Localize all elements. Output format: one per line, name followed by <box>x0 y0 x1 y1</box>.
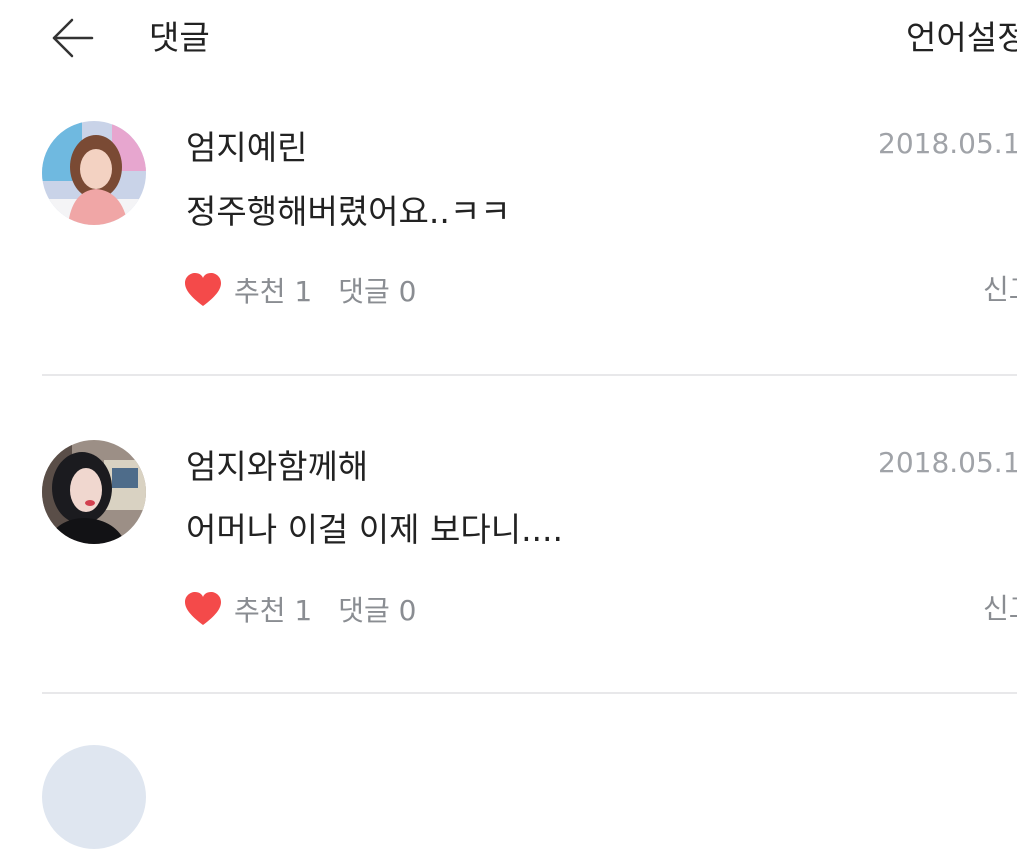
avatar[interactable] <box>42 745 146 849</box>
reply-count-button[interactable]: 댓글 0 <box>338 589 416 629</box>
heart-icon[interactable] <box>184 591 222 627</box>
avatar[interactable] <box>42 440 146 544</box>
divider <box>42 374 1017 376</box>
comment-date: 2018.05.1 <box>878 446 1017 479</box>
comment-username[interactable]: 엄지와함께해 <box>186 447 368 487</box>
divider <box>42 692 1017 694</box>
comment-text: 어머나 이걸 이제 보다니.... <box>186 510 564 549</box>
comment-actions: 추천 1 댓글 0 <box>184 589 417 629</box>
report-button[interactable]: 신고 <box>983 589 1017 629</box>
comment-item: 엄지와함께해 2018.05.1 어머나 이걸 이제 보다니.... 추천 1 … <box>0 0 1017 627</box>
like-button[interactable]: 추천 1 <box>234 589 312 629</box>
